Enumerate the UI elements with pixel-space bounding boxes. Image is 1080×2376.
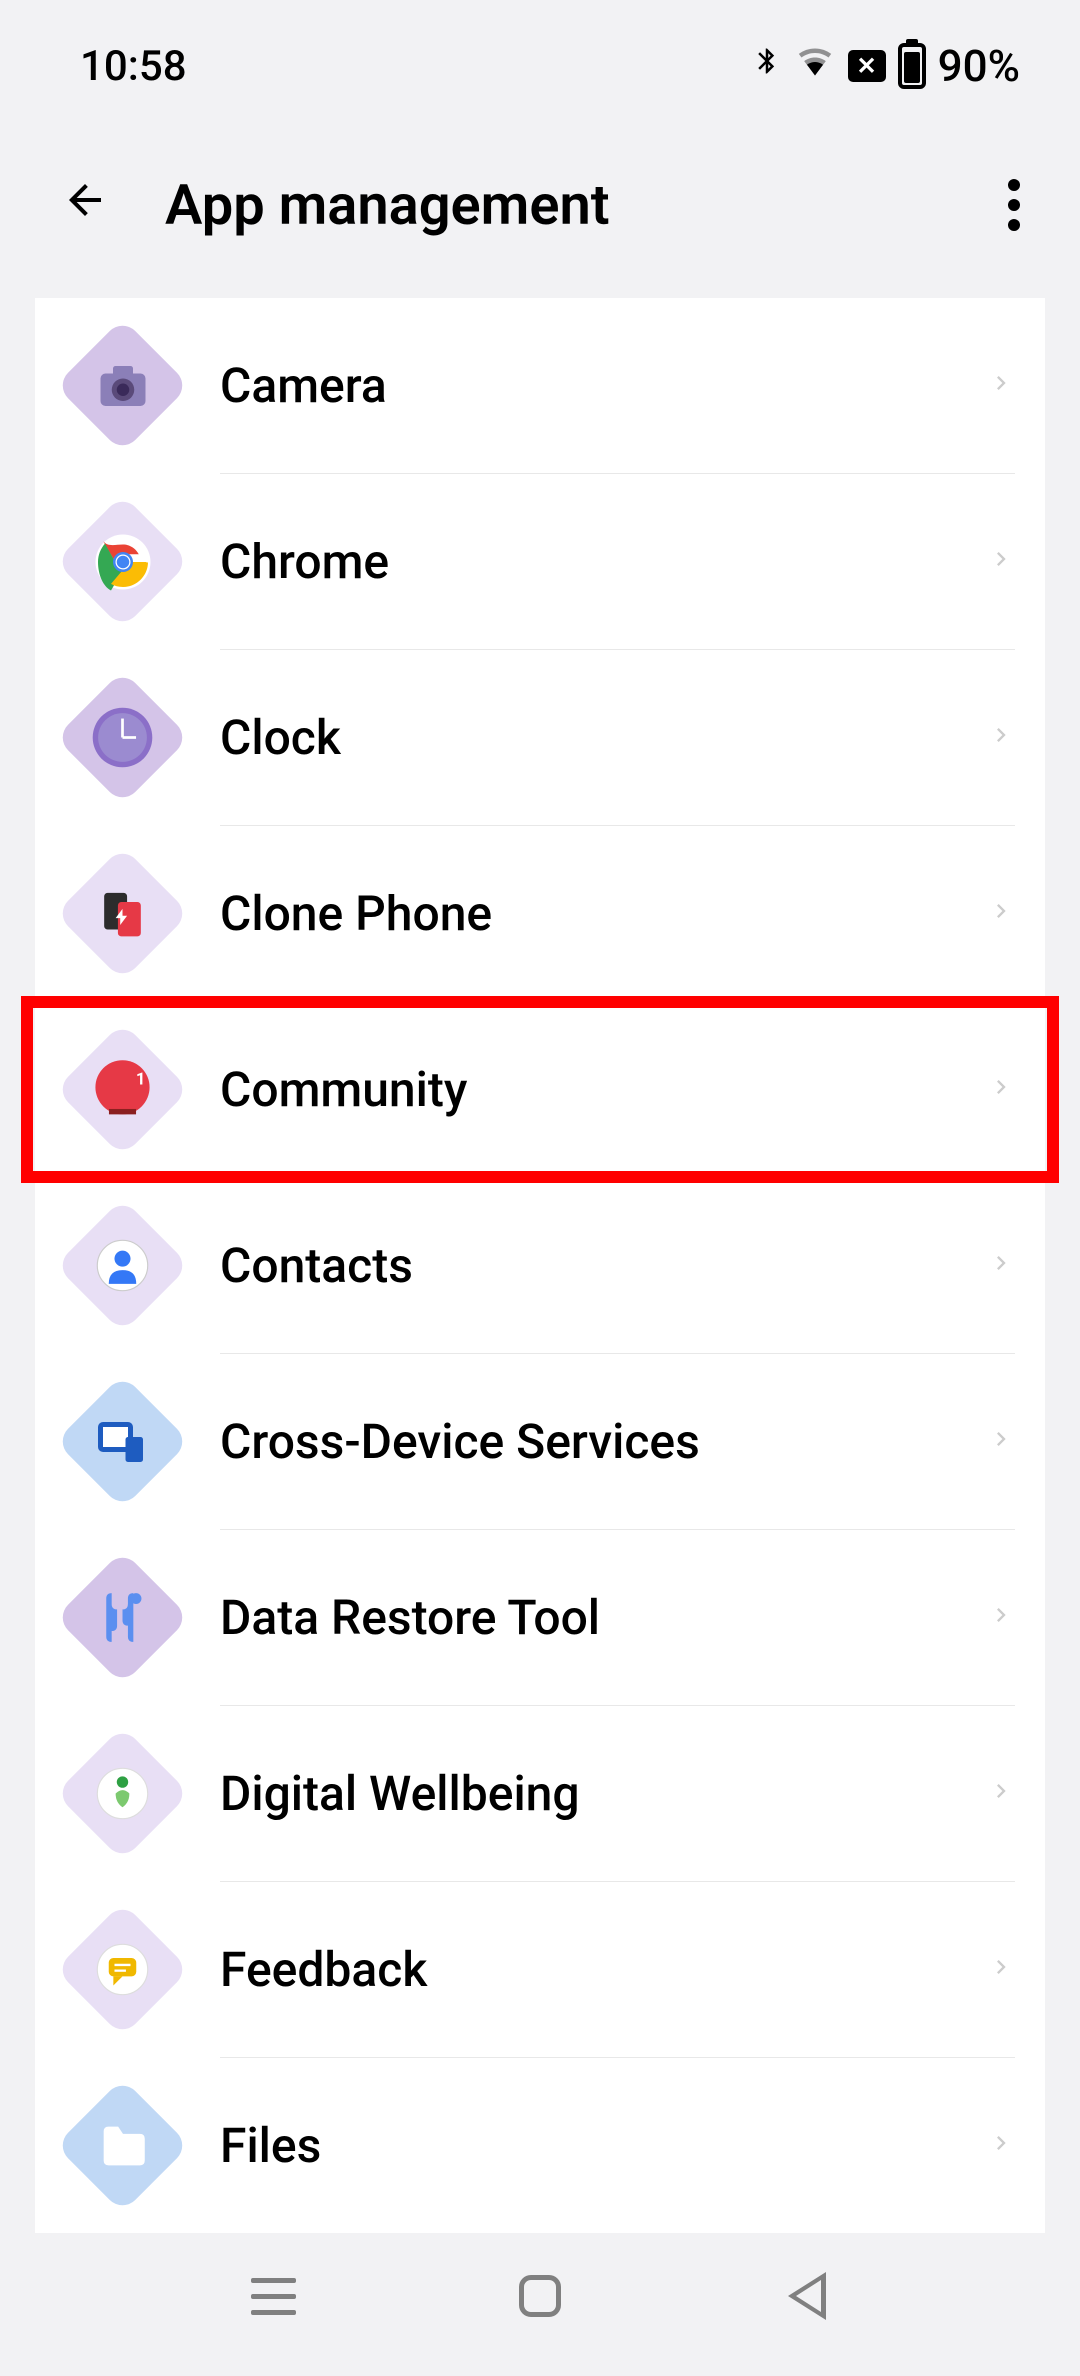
app-item-digital-wellbeing[interactable]: Digital Wellbeing bbox=[35, 1706, 1045, 1881]
wifi-icon bbox=[794, 43, 836, 90]
app-item-files[interactable]: Files bbox=[35, 2058, 1045, 2233]
app-icon bbox=[75, 690, 170, 785]
app-name-label: Data Restore Tool bbox=[220, 1589, 987, 1646]
chevron-right-icon bbox=[987, 1242, 1015, 1290]
chevron-right-icon bbox=[987, 714, 1015, 762]
app-item-camera[interactable]: Camera bbox=[35, 298, 1045, 473]
app-name-label: Contacts bbox=[220, 1237, 987, 1294]
chevron-right-icon bbox=[987, 1594, 1015, 1642]
app-name-label: Community bbox=[220, 1061, 987, 1118]
close-box-icon: ✕ bbox=[848, 50, 886, 82]
app-item-clone-phone[interactable]: Clone Phone bbox=[35, 826, 1045, 1001]
chevron-right-icon bbox=[987, 1946, 1015, 1994]
more-options-icon[interactable] bbox=[1008, 179, 1020, 231]
app-name-label: Feedback bbox=[220, 1941, 987, 1998]
app-icon bbox=[75, 1394, 170, 1489]
chevron-right-icon bbox=[987, 538, 1015, 586]
chevron-right-icon bbox=[987, 1770, 1015, 1818]
app-icon bbox=[75, 1570, 170, 1665]
app-name-label: Files bbox=[220, 2117, 987, 2174]
chevron-right-icon bbox=[987, 2122, 1015, 2170]
battery-percent: 90% bbox=[938, 40, 1020, 92]
status-time: 10:58 bbox=[80, 42, 187, 91]
back-arrow-icon[interactable] bbox=[55, 172, 115, 238]
chevron-right-icon bbox=[987, 362, 1015, 410]
chevron-right-icon bbox=[987, 1066, 1015, 1114]
app-name-label: Clone Phone bbox=[220, 885, 987, 942]
status-bar: 10:58 ✕ 90% bbox=[0, 0, 1080, 122]
nav-recents-icon[interactable] bbox=[248, 2271, 298, 2321]
page-title: App management bbox=[165, 172, 610, 238]
app-item-community[interactable]: 1 Community bbox=[27, 1002, 1053, 1177]
app-list: Camera Chrome Clock Clone Phone bbox=[35, 298, 1045, 2233]
chevron-right-icon bbox=[987, 1418, 1015, 1466]
nav-home-icon[interactable] bbox=[515, 2271, 565, 2321]
app-icon bbox=[75, 866, 170, 961]
header: App management bbox=[0, 122, 1080, 298]
app-icon bbox=[75, 2098, 170, 2193]
app-name-label: Cross-Device Services bbox=[220, 1413, 987, 1470]
chevron-right-icon bbox=[987, 890, 1015, 938]
app-icon bbox=[75, 338, 170, 433]
app-icon bbox=[75, 1218, 170, 1313]
app-icon: 1 bbox=[75, 1042, 170, 1137]
app-item-cross-device-services[interactable]: Cross-Device Services bbox=[35, 1354, 1045, 1529]
app-icon bbox=[75, 1922, 170, 2017]
bluetooth-icon bbox=[752, 40, 782, 92]
nav-back-icon[interactable] bbox=[782, 2271, 832, 2321]
app-item-data-restore-tool[interactable]: Data Restore Tool bbox=[35, 1530, 1045, 1705]
battery-icon bbox=[898, 43, 926, 89]
app-name-label: Camera bbox=[220, 357, 987, 414]
svg-text:1: 1 bbox=[136, 1069, 145, 1088]
app-item-feedback[interactable]: Feedback bbox=[35, 1882, 1045, 2057]
app-name-label: Chrome bbox=[220, 533, 987, 590]
navigation-bar bbox=[0, 2271, 1080, 2321]
app-name-label: Digital Wellbeing bbox=[220, 1765, 987, 1822]
app-icon bbox=[75, 514, 170, 609]
app-item-contacts[interactable]: Contacts bbox=[35, 1178, 1045, 1353]
app-icon bbox=[75, 1746, 170, 1841]
app-item-clock[interactable]: Clock bbox=[35, 650, 1045, 825]
app-item-chrome[interactable]: Chrome bbox=[35, 474, 1045, 649]
app-name-label: Clock bbox=[220, 709, 987, 766]
status-icons: ✕ 90% bbox=[752, 40, 1020, 92]
